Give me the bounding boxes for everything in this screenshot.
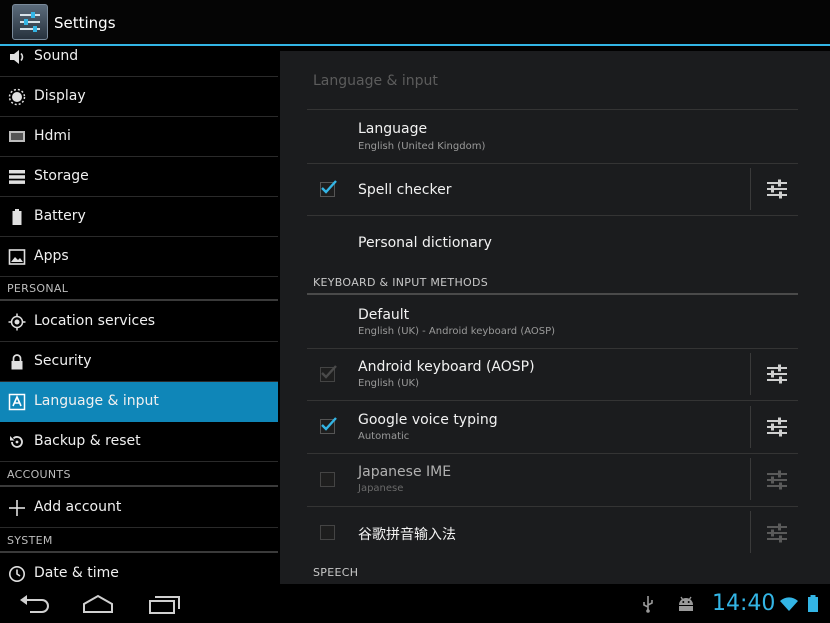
spell-checker-checkbox[interactable] [320,180,337,197]
sidebar-item-security[interactable]: Security [0,342,278,382]
divider [307,506,798,507]
usb-icon [638,594,658,614]
back-button-icon[interactable] [16,592,52,616]
google-voice-typing-checkbox[interactable] [320,417,337,434]
action-bar: Settings [0,0,830,46]
clock-icon [8,565,26,583]
google-voice-typing-summary: Automatic [358,431,410,442]
sidebar-item-backup-reset[interactable]: Backup & reset [0,422,278,462]
sidebar-item-label: Storage [34,168,89,184]
app-title: Settings [54,14,116,32]
recent-apps-button-icon[interactable] [146,592,182,616]
language-input-pane: Language & input Language English (Unite… [280,51,830,584]
sidebar-item-label: Sound [34,48,79,64]
status-clock: 14:40 [712,591,776,616]
divider [307,400,798,401]
spell-checker-title[interactable]: Spell checker [358,182,451,198]
section-header-personal: PERSONAL [0,277,278,301]
divider [307,215,798,216]
sidebar-item-label: Apps [34,248,69,264]
sidebar-item-display[interactable]: Display [0,77,278,117]
home-button-icon[interactable] [80,592,116,616]
system-navigation-bar: 14:40 [0,584,830,623]
vertical-separator [750,406,751,448]
section-header-keyboard: KEYBOARD & INPUT METHODS [313,276,489,289]
language-summary: English (United Kingdom) [358,141,486,152]
sidebar-item-storage[interactable]: Storage [0,157,278,197]
sidebar-item-hdmi[interactable]: Hdmi [0,117,278,157]
japanese-ime-settings-icon [764,467,790,493]
settings-sidebar: Sound Display Hdmi Storage Battery Apps … [0,46,278,584]
sidebar-item-label: Location services [34,313,156,329]
divider [307,453,798,454]
sidebar-item-date-time[interactable]: Date & time [0,554,278,584]
sidebar-item-label: Language & input [34,393,159,409]
backup-icon [8,433,26,451]
personal-dictionary[interactable]: Personal dictionary [358,235,492,251]
sidebar-item-label: Security [34,353,92,369]
brightness-icon [8,88,26,106]
wifi-icon [779,594,801,614]
japanese-ime-summary: Japanese [358,483,404,494]
divider [307,109,798,110]
plus-icon [8,499,26,517]
battery-icon [8,208,26,226]
battery-status-icon [803,594,818,614]
google-pinyin-title[interactable]: 谷歌拼音输入法 [358,524,456,544]
sidebar-item-label: Date & time [34,565,119,581]
language-icon [8,393,26,411]
default-summary: English (UK) - Android keyboard (AOSP) [358,326,556,337]
sidebar-item-location-services[interactable]: Location services [0,302,278,342]
location-icon [8,313,26,331]
section-header-accounts: ACCOUNTS [0,463,278,487]
sidebar-item-sound[interactable]: Sound [0,46,278,77]
spell-checker-settings-icon[interactable] [764,176,790,202]
google-voice-typing-title[interactable]: Google voice typing [358,412,498,428]
android-keyboard-checkbox [320,365,337,382]
vertical-separator [750,511,751,553]
apps-icon [8,248,26,266]
android-keyboard-summary: English (UK) [358,378,419,389]
section-header-speech: SPEECH [313,566,359,579]
settings-app-icon[interactable] [12,4,48,40]
language-title: Language [358,121,428,137]
sidebar-item-label: Hdmi [34,128,71,144]
sidebar-item-add-account[interactable]: Add account [0,488,278,528]
section-divider [307,293,798,295]
sidebar-item-label: Battery [34,208,86,224]
pane-title: Language & input [313,73,438,89]
monitor-icon [8,128,26,146]
lock-icon [8,353,26,371]
vertical-separator [750,168,751,210]
storage-icon [8,168,26,186]
section-header-system: SYSTEM [0,529,278,553]
speaker-icon [8,48,26,66]
vertical-separator [750,353,751,395]
google-pinyin-checkbox[interactable] [320,525,335,540]
sidebar-item-label: Add account [34,499,122,515]
divider [307,348,798,349]
google-pinyin-settings-icon [764,520,790,546]
divider [307,163,798,164]
android-keyboard-settings-icon[interactable] [764,361,790,387]
sidebar-item-language-input[interactable]: Language & input [0,382,278,422]
sidebar-item-label: Backup & reset [34,433,141,449]
default-title: Default [358,307,410,323]
japanese-ime-title[interactable]: Japanese IME [358,464,451,480]
sidebar-item-apps[interactable]: Apps [0,237,278,277]
japanese-ime-checkbox[interactable] [320,472,335,487]
vertical-separator [750,458,751,500]
sidebar-item-label: Display [34,88,86,104]
android-debug-icon [676,594,696,614]
google-voice-typing-settings-icon[interactable] [764,414,790,440]
sidebar-item-battery[interactable]: Battery [0,197,278,237]
android-keyboard-title[interactable]: Android keyboard (AOSP) [358,359,535,375]
